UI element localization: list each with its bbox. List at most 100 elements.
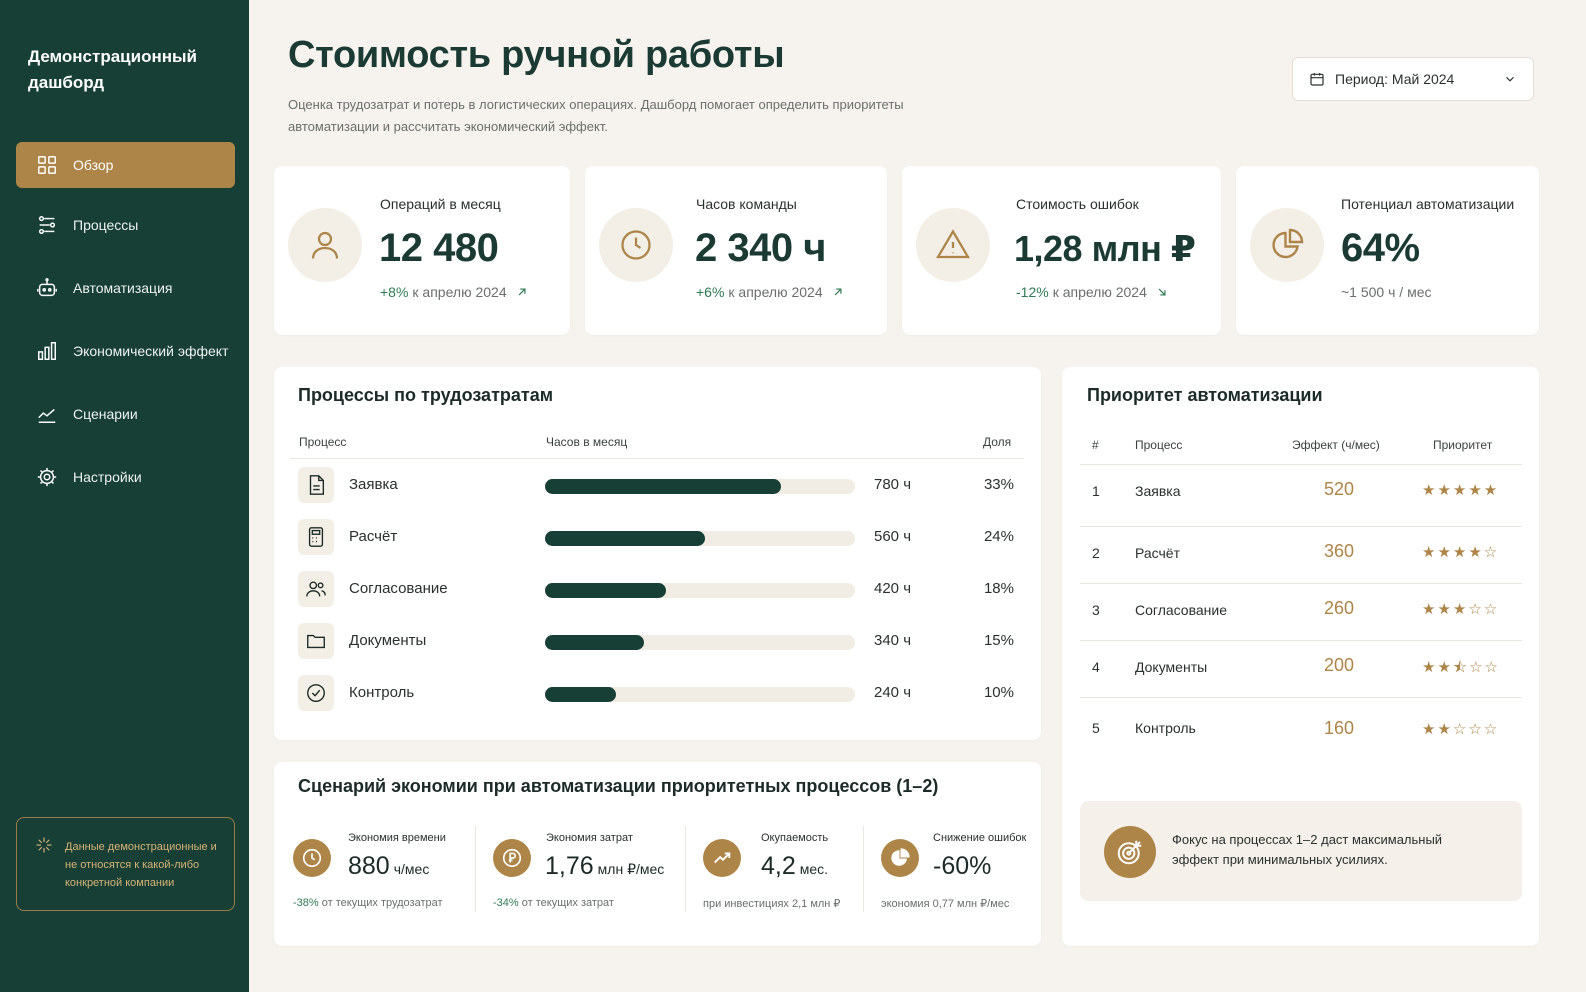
- process-name: Расчёт: [349, 528, 398, 545]
- priority-row[interactable]: 5 Контроль 160 ★★☆☆☆: [1080, 697, 1522, 754]
- kpi-delta: +6%: [696, 284, 725, 300]
- table-row[interactable]: Документы 340 ч 15%: [298, 623, 1018, 675]
- priority-row[interactable]: 1 Заявка 520 ★★★★★: [1080, 464, 1522, 521]
- scenario-icon-wrap: [881, 839, 919, 877]
- clock-icon: [621, 230, 651, 260]
- document-icon: [309, 475, 325, 495]
- scenario-value-number: 1,76: [545, 852, 594, 880]
- period-select[interactable]: Период: Май 2024: [1292, 57, 1534, 101]
- scenario-error-reduction: Снижение ошибок -60% экономия 0,77 млн ₽…: [881, 822, 1033, 917]
- scenario-unit: ч/мес: [393, 861, 430, 877]
- user-icon: [311, 231, 339, 259]
- scenario-icon-wrap: [493, 839, 531, 877]
- process-name: Согласование: [349, 580, 448, 597]
- priority-stars: ★★★★★: [1422, 482, 1500, 499]
- priority-num: 1: [1092, 483, 1100, 499]
- scenario-label: Экономия времени: [348, 832, 446, 844]
- col-header-priority: Приоритет: [1433, 438, 1493, 452]
- priority-title: Приоритет автоматизации: [1087, 385, 1323, 405]
- scenario-icon-wrap: [703, 839, 741, 877]
- sidebar-item-processes[interactable]: Процессы: [16, 202, 235, 248]
- sidebar-item-overview[interactable]: Обзор: [16, 142, 235, 188]
- scenario-note: -38% от текущих трудозатрат: [293, 897, 443, 909]
- bar-track: [545, 479, 855, 494]
- table-row[interactable]: Согласование 420 ч 18%: [298, 571, 1018, 623]
- process-share: 18%: [983, 580, 1014, 597]
- scenario-value-number: 4,2: [761, 852, 796, 880]
- process-icon: [38, 216, 56, 234]
- header-divider: [290, 458, 1024, 459]
- priority-stars: ★★★☆☆: [1422, 601, 1500, 618]
- kpi-sub: к апрелю 2024: [1052, 284, 1147, 300]
- priority-row[interactable]: 4 Документы 200 ★★⯪☆☆: [1080, 640, 1522, 697]
- col-header-num: #: [1092, 438, 1099, 452]
- proc-icon-wrap: [298, 675, 334, 711]
- sidebar-item-automation[interactable]: Автоматизация: [16, 265, 235, 311]
- calculator-icon: [308, 527, 324, 547]
- sidebar-item-settings[interactable]: Настройки: [16, 454, 235, 500]
- kpi-delta: +8%: [380, 284, 409, 300]
- folder-icon: [307, 634, 325, 649]
- table-row[interactable]: Контроль 240 ч 10%: [298, 675, 1018, 727]
- kpi-delta-row: ~1 500 ч / мес: [1341, 284, 1431, 300]
- sidebar-item-label: Обзор: [73, 157, 114, 173]
- sidebar-item-economic-effect[interactable]: Экономический эффект: [16, 328, 235, 374]
- scenario-icon-wrap: [293, 839, 331, 877]
- pie-icon: [891, 848, 910, 866]
- page-subtitle: Оценка трудозатрат и потерь в логистичес…: [288, 97, 904, 134]
- scenario-note-text: при инвестициях 2,1 млн ₽: [703, 898, 841, 910]
- trend-icon: [38, 408, 56, 423]
- kpi-delta: -12%: [1016, 284, 1049, 300]
- priority-process: Расчёт: [1135, 545, 1180, 561]
- scenario-time-saving: Экономия времени 880 ч/мес -38% от текущи…: [293, 822, 463, 917]
- scenario-note: экономия 0,77 млн ₽/мес: [881, 897, 1009, 910]
- priority-effect: 160: [1324, 718, 1355, 738]
- scenario-note-text: экономия 0,77 млн ₽/мес: [881, 898, 1010, 910]
- table-row[interactable]: Расчёт 560 ч 24%: [298, 519, 1018, 571]
- kpi-delta-row: +6% к апрелю 2024: [696, 284, 845, 300]
- note-text: Данные демонстрационные и не относятся к…: [65, 841, 217, 889]
- sidebar-item-label: Автоматизация: [73, 280, 173, 296]
- bar-track: [545, 635, 855, 650]
- page-title: Стоимость ручной работы: [288, 34, 785, 76]
- process-hours: 780 ч: [874, 476, 912, 493]
- bar-fill: [545, 583, 666, 598]
- users-icon: [306, 581, 326, 597]
- period-label: Период: Май 2024: [1335, 71, 1455, 87]
- kpi-card-errors: Стоимость ошибок 1,28 млн ₽ -12% к апрел…: [902, 166, 1221, 335]
- arrow-up-right-icon: [518, 288, 526, 296]
- process-hours: 340 ч: [874, 632, 912, 649]
- kpi-label: Стоимость ошибок: [1016, 196, 1139, 212]
- focus-tip: Фокус на процессах 1–2 даст максимальный…: [1080, 801, 1522, 901]
- scenario-payback: Окупаемость 4,2 мес. при инвестициях 2,1 …: [703, 822, 853, 917]
- priority-effect: 200: [1324, 655, 1355, 675]
- proc-icon-wrap: [298, 623, 334, 659]
- sidebar-item-label: Сценарии: [73, 406, 138, 422]
- sidebar-nav: Обзор Процессы Автоматизация Экономическ…: [16, 142, 235, 517]
- priority-num: 4: [1092, 659, 1100, 675]
- chevron-down-icon: [1506, 76, 1514, 82]
- scenario-label: Окупаемость: [761, 832, 829, 844]
- kpi-label: Операций в месяц: [380, 196, 501, 212]
- focus-text: Фокус на процессах 1–2 даст максимальный…: [1172, 832, 1443, 867]
- priority-stars: ★★★★☆: [1422, 544, 1500, 561]
- priority-row[interactable]: 2 Расчёт 360 ★★★★☆: [1080, 526, 1522, 583]
- scenario-label: Снижение ошибок: [933, 832, 1027, 844]
- check-circle-icon: [307, 684, 325, 702]
- sidebar-item-scenarios[interactable]: Сценарии: [16, 391, 235, 437]
- kpi-delta-row: +8% к апрелю 2024: [380, 284, 529, 300]
- table-row[interactable]: Заявка 780 ч 33%: [298, 467, 1018, 519]
- kpi-value: 12 480: [379, 226, 499, 270]
- bar-track: [545, 583, 855, 598]
- scenario-delta: -34%: [493, 897, 519, 909]
- scenario-unit: мес.: [799, 861, 829, 877]
- process-share: 24%: [983, 528, 1014, 545]
- kpi-card-hours: Часов команды 2 340 ч +6% к апрелю 2024: [585, 166, 887, 335]
- calendar-icon: [1310, 73, 1324, 86]
- arrow-up-right-icon: [834, 288, 842, 296]
- col-header-process: Процесс: [1135, 438, 1183, 452]
- priority-row[interactable]: 3 Согласование 260 ★★★☆☆: [1080, 583, 1522, 640]
- scenario-label: Экономия затрат: [546, 832, 633, 844]
- scenario-cost-saving: Экономия затрат 1,76 млн ₽/мес -34% от те…: [493, 822, 673, 917]
- divider: [863, 826, 864, 912]
